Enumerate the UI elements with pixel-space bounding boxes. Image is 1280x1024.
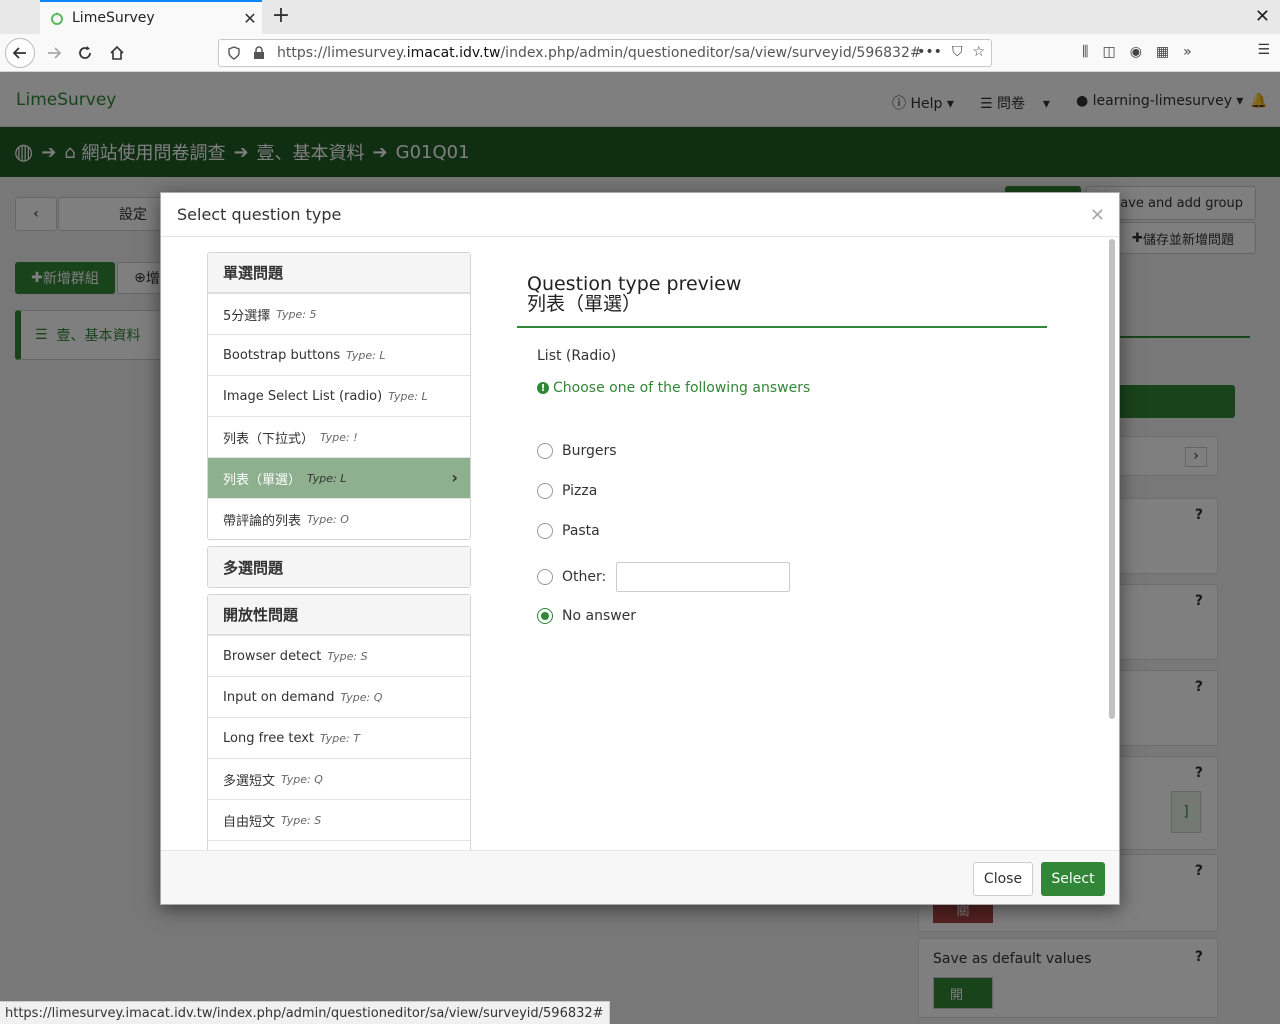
url-text: https://limesurvey.imacat.idv.tw/index.p… xyxy=(277,45,922,61)
question-type-item-selected[interactable]: 列表（單選） Type: L › xyxy=(208,457,470,498)
radio-button[interactable] xyxy=(537,443,553,459)
question-type-item[interactable]: 多選短文 Type: Q xyxy=(208,758,470,799)
shield-icon[interactable] xyxy=(227,46,241,60)
select-button[interactable]: Select xyxy=(1041,862,1105,896)
radio-button-checked[interactable] xyxy=(537,608,553,624)
modal-body: 單選問題 5分選擇 Type: 5 Bootstrap buttons Type: … xyxy=(161,238,1119,850)
radio-button[interactable] xyxy=(537,569,553,585)
question-type-item[interactable]: Input on demand Type: Q xyxy=(208,676,470,717)
preview-divider xyxy=(517,326,1047,328)
group-heading[interactable]: 多選問題 xyxy=(208,547,470,587)
question-type-item[interactable] xyxy=(208,840,470,850)
question-type-item[interactable]: Browser detect Type: S xyxy=(208,635,470,676)
chevron-right-icon: › xyxy=(451,468,458,487)
pocket-icon[interactable]: ⛉ xyxy=(952,44,963,60)
more-actions-icon[interactable]: ••• xyxy=(917,44,942,60)
question-type-item[interactable]: 自由短文 Type: S xyxy=(208,799,470,840)
question-group-single-choice: 單選問題 5分選擇 Type: 5 Bootstrap buttons Type: … xyxy=(207,252,471,540)
preview-question-text: List (Radio) xyxy=(537,348,617,364)
window-close-icon[interactable]: ✕ xyxy=(1255,6,1270,27)
hamburger-menu-icon[interactable]: ☰ xyxy=(1257,42,1270,58)
modal-footer: Close Select xyxy=(161,850,1119,904)
browser-nav-bar: https://limesurvey.imacat.idv.tw/index.p… xyxy=(0,34,1280,72)
reload-icon[interactable] xyxy=(71,39,99,67)
new-tab-icon[interactable]: + xyxy=(268,4,294,30)
close-button[interactable]: Close xyxy=(973,862,1033,896)
group-heading[interactable]: 開放性問題 xyxy=(208,595,470,635)
extensions-icon[interactable]: ▦ xyxy=(1156,44,1169,60)
tab-title: LimeSurvey xyxy=(72,10,155,26)
radio-option[interactable]: Burgers xyxy=(537,443,617,459)
modal-title: Select question type xyxy=(177,205,342,224)
account-icon[interactable]: ◉ xyxy=(1130,44,1142,60)
back-icon[interactable] xyxy=(5,38,35,68)
question-type-preview: Question type preview 列表（單選） List (Radio… xyxy=(517,273,1047,624)
select-question-type-modal: Select question type ✕ 單選問題 5分選擇 Type: 5 … xyxy=(160,192,1120,905)
overflow-icon[interactable]: » xyxy=(1183,44,1192,60)
question-type-list: 單選問題 5分選擇 Type: 5 Bootstrap buttons Type: … xyxy=(207,252,471,850)
question-group-multiple-choice: 多選問題 xyxy=(207,546,471,588)
radio-button[interactable] xyxy=(537,523,553,539)
lock-icon[interactable] xyxy=(253,46,265,60)
modal-scrollbar[interactable] xyxy=(1109,239,1115,719)
url-bar[interactable]: https://limesurvey.imacat.idv.tw/index.p… xyxy=(218,39,992,67)
browser-tab-bar: LimeSurvey ✕ + ✕ xyxy=(0,0,1280,34)
forward-icon[interactable] xyxy=(40,39,68,67)
radio-option-other[interactable]: Other: xyxy=(537,562,791,592)
question-type-item[interactable]: 5分選擇 Type: 5 xyxy=(208,293,470,334)
exclamation-circle-icon: ! xyxy=(537,382,549,394)
browser-tab[interactable]: LimeSurvey ✕ xyxy=(40,0,262,34)
bookmark-star-icon[interactable]: ☆ xyxy=(972,44,985,60)
group-heading[interactable]: 單選問題 xyxy=(208,253,470,293)
question-type-item[interactable]: 列表（下拉式） Type: ! xyxy=(208,416,470,457)
other-text-input[interactable] xyxy=(616,562,791,592)
preview-tip: ! Choose one of the following answers xyxy=(517,380,1047,396)
home-icon[interactable] xyxy=(103,39,131,67)
radio-option[interactable]: Pizza xyxy=(537,483,597,499)
limesurvey-favicon-icon xyxy=(51,12,63,25)
radio-option[interactable]: Pasta xyxy=(537,523,600,539)
modal-header: Select question type ✕ xyxy=(161,193,1119,237)
close-icon[interactable]: ✕ xyxy=(1090,205,1105,226)
question-type-item[interactable]: Image Select List (radio) Type: L xyxy=(208,375,470,416)
preview-title: Question type preview 列表（單選） xyxy=(527,273,742,315)
question-type-item[interactable]: Bootstrap buttons Type: L xyxy=(208,334,470,375)
status-bar-url: https://limesurvey.imacat.idv.tw/index.p… xyxy=(0,1001,610,1024)
library-icon[interactable]: ⫼ xyxy=(1082,44,1088,60)
tab-close-icon[interactable]: ✕ xyxy=(238,9,262,28)
sidebar-icon[interactable]: ◫ xyxy=(1102,44,1115,60)
radio-button[interactable] xyxy=(537,483,553,499)
radio-option-no-answer[interactable]: No answer xyxy=(537,608,636,624)
question-group-open-text: 開放性問題 Browser detect Type: S Input on dem… xyxy=(207,594,471,850)
question-type-item[interactable]: Long free text Type: T xyxy=(208,717,470,758)
question-type-item[interactable]: 帶評論的列表 Type: O xyxy=(208,498,470,539)
